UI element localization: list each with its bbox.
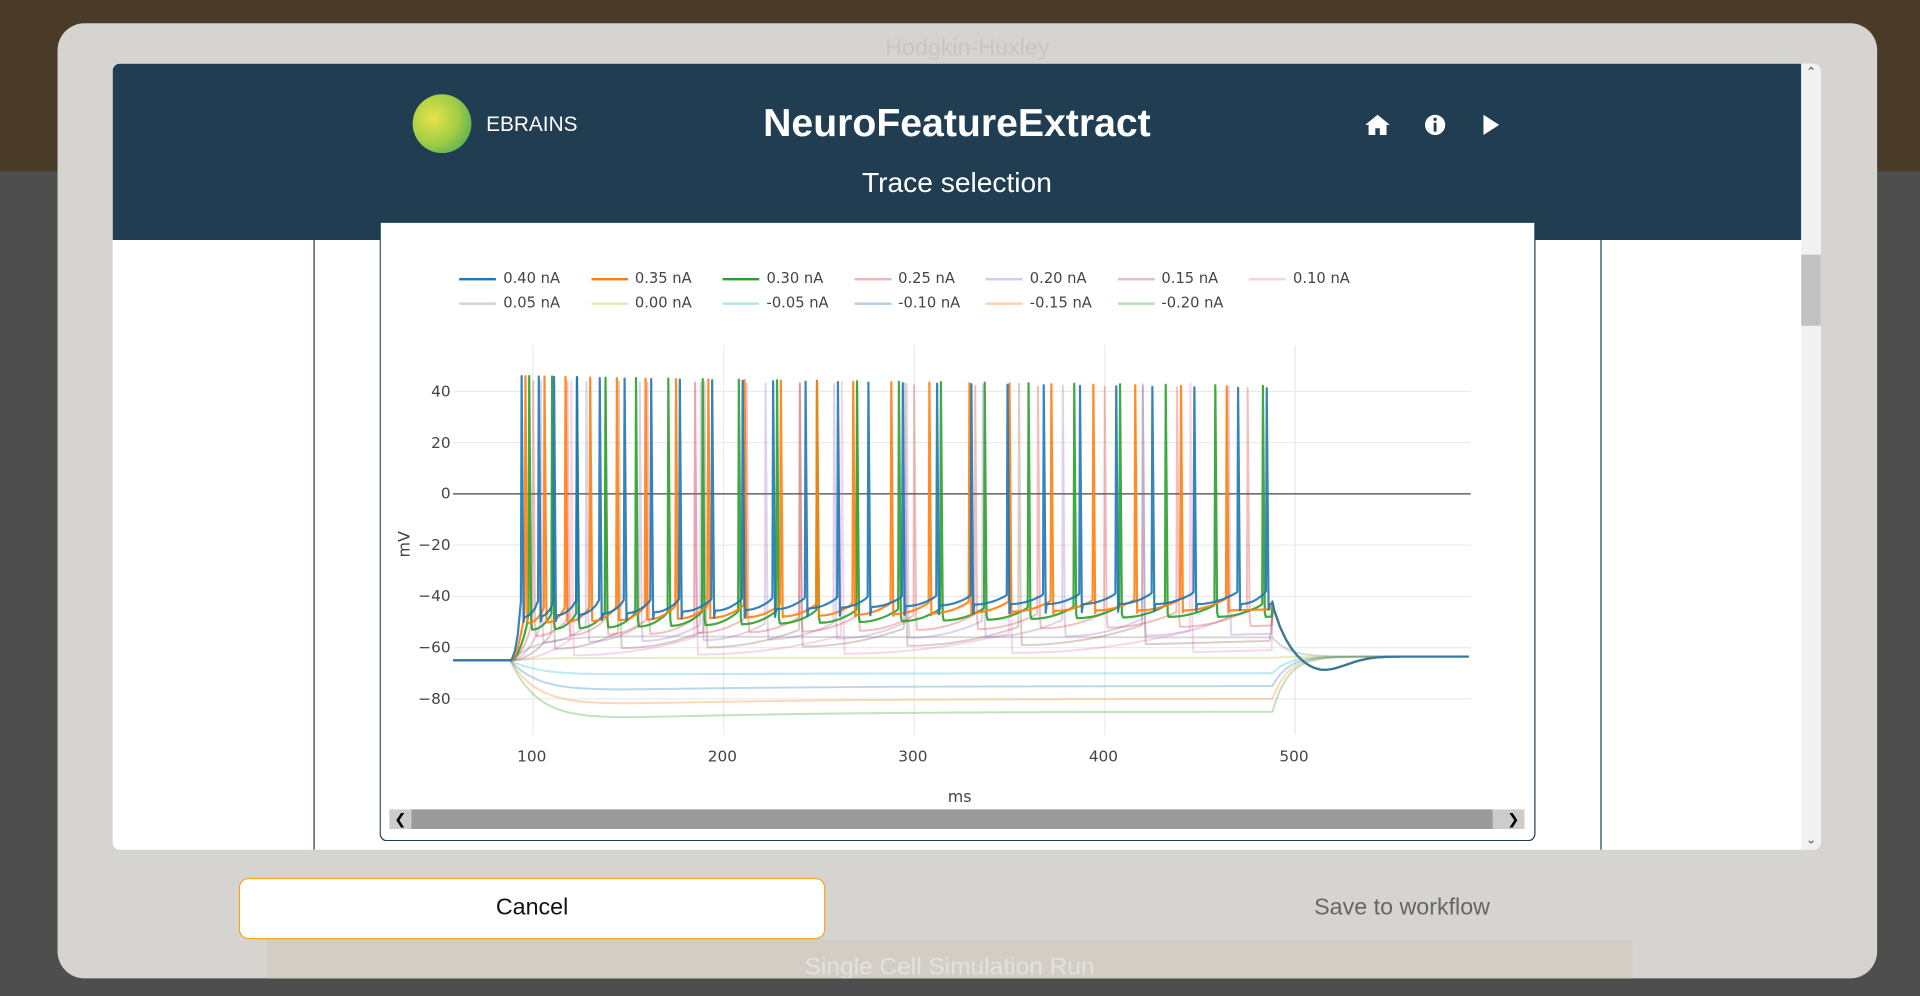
x-tick-label: 100 — [517, 746, 547, 766]
cancel-button[interactable]: Cancel — [238, 877, 826, 940]
chart-scrollbar-thumb[interactable] — [411, 809, 1493, 829]
scroll-right-icon[interactable]: ❯ — [1507, 809, 1519, 829]
scroll-left-icon[interactable]: ❮ — [394, 809, 406, 829]
y-tick-label: −80 — [418, 689, 451, 708]
chart-horizontal-scrollbar[interactable]: ❮ ❯ — [389, 809, 1525, 829]
x-axis-label: ms — [947, 788, 972, 807]
trace-0-30-nA — [453, 374, 1469, 671]
x-tick-label: 400 — [1088, 746, 1119, 766]
x-tick-label: 200 — [707, 746, 737, 766]
y-axis-label: mV — [395, 531, 415, 558]
y-tick-label: 20 — [431, 432, 451, 452]
voltage-trace-plot[interactable] — [0, 0, 1920, 996]
y-tick-label: 40 — [431, 381, 451, 400]
x-tick-label: 300 — [898, 746, 928, 766]
y-tick-label: −40 — [418, 586, 451, 605]
save-to-workflow-button[interactable]: Save to workflow — [1224, 878, 1579, 939]
y-tick-label: 0 — [440, 484, 451, 503]
y-tick-label: −60 — [418, 637, 451, 657]
trace--0-15-nA — [453, 655, 1469, 705]
screen: Hodgkin-Huxley Single Cell Simulation Ru… — [0, 0, 1920, 996]
x-tick-label: 500 — [1279, 746, 1309, 766]
